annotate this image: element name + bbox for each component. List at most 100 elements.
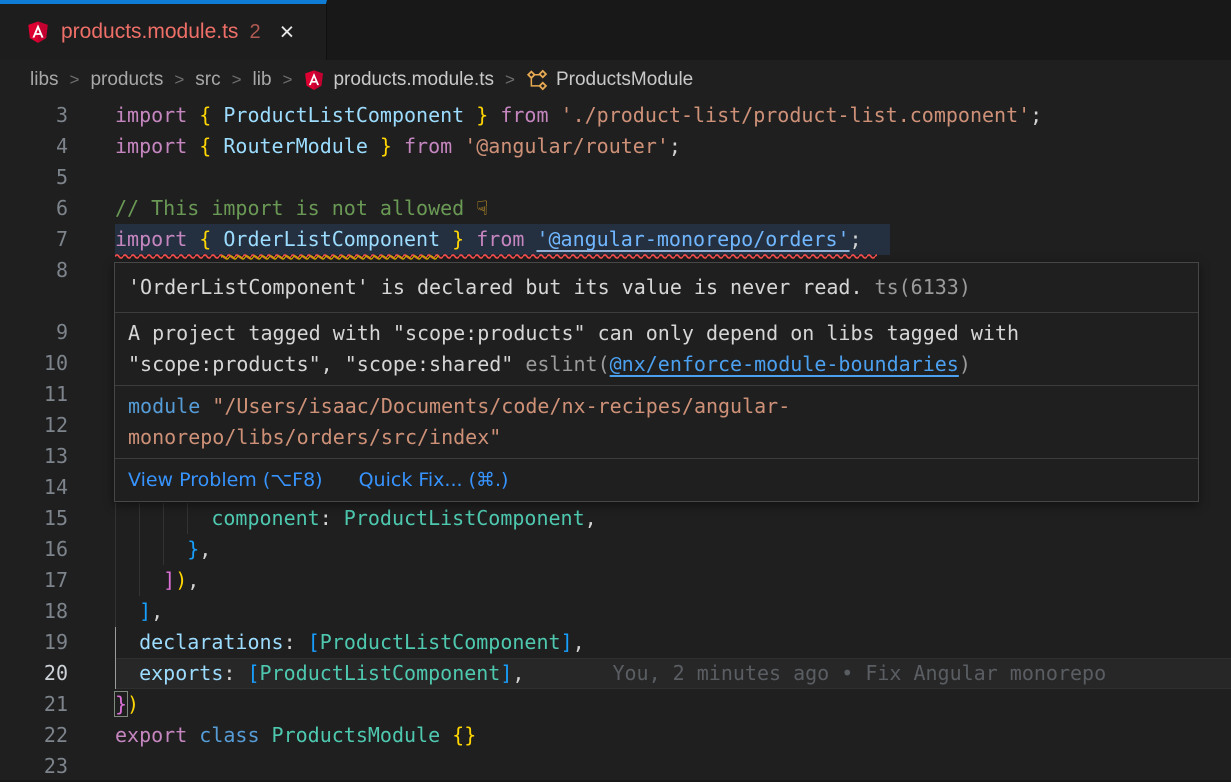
code-line-4: 4 import { RouterModule } from '@angular/… [0,131,1231,162]
code-token: ☟ [476,196,488,220]
close-icon[interactable]: × [280,20,295,45]
code-token: : [320,506,344,530]
breadcrumb-item-lib[interactable]: lib [253,69,272,91]
breadcrumb-item-products-module-ts[interactable]: products.module.ts [303,69,494,91]
code-line-content[interactable]: exports: [ProductListComponent],You, 2 m… [115,658,1231,689]
gutter: 7 [0,224,115,255]
tab-title: products.module.ts [61,20,238,44]
line-number: 3 [0,100,68,131]
code-line-3: 3 import { ProductListComponent } from '.… [0,100,1231,131]
code-token: , [187,568,199,592]
diagnostic-text: A project tagged with "scope:products" c… [128,321,1019,345]
gutter: 9 [0,317,115,348]
code-line-content[interactable]: import { RouterModule } from '@angular/r… [115,131,1231,162]
gutter: 21 [0,689,115,720]
breadcrumb-item-src[interactable]: src [195,69,220,91]
gutter: 15 [0,503,115,534]
chevron-right-icon: > [283,70,293,90]
tab-products-module[interactable]: products.module.ts 2 × [0,0,327,60]
angular-icon [26,20,50,44]
code-token: '@angular/router' [464,134,669,158]
code-line-19: 19 declarations: [ProductListComponent], [0,627,1231,658]
code-line-content[interactable]: import { ProductListComponent } from './… [115,100,1231,131]
code-line-21: 21}) [0,689,1231,720]
code-token [115,506,211,530]
code-token: { [199,227,211,251]
chevron-right-icon: > [505,70,515,90]
line-number: 7 [0,224,68,255]
code-line-content[interactable]: declarations: [ProductListComponent], [115,627,1231,658]
hover-diagnostics-popup: 'OrderListComponent' is declared but its… [114,262,1199,502]
chevron-right-icon: > [174,70,184,90]
view-problem-action[interactable]: View Problem (⌥F8) [128,468,323,492]
diagnostic-source: ts(6133) [863,275,971,299]
code-token: ProductListComponent [344,506,585,530]
warning-squiggle-icon [221,252,439,260]
line-number: 18 [0,596,68,627]
code-line-content[interactable]: ]), [115,565,1231,596]
code-line-content[interactable]: export class ProductsModule {} [115,720,1231,751]
eslint-rule-link[interactable]: @nx/enforce-module-boundaries [610,352,959,376]
gutter: 12 [0,410,115,441]
gutter: 5 [0,162,115,193]
code-line-content[interactable]: ], [115,596,1231,627]
code-token: , [199,537,211,561]
gutter: 3 [0,100,115,131]
tab-bar: products.module.ts 2 × [0,0,1231,60]
gutter: 11 [0,379,115,410]
line-number: 14 [0,472,68,503]
code-token: './product-list/product-list.component' [561,103,1031,127]
code-token: : [284,630,308,654]
code-line-20: 20 exports: [ProductListComponent],You, … [0,658,1231,689]
code-line-5: 5 [0,162,1231,193]
code-line-content[interactable]: // This import is not allowed ☟ [115,193,1231,224]
eslint-diagnostic-message: A project tagged with "scope:products" c… [115,313,1198,385]
code-token: { [199,103,211,127]
breadcrumb-label: products [90,69,163,91]
code-line-23: 23 [0,751,1231,782]
gutter: 20 [0,658,115,689]
line-number: 16 [0,534,68,565]
line-number: 22 [0,720,68,751]
chevron-right-icon: > [232,70,242,90]
gutter: 18 [0,596,115,627]
ts-diagnostic-message: 'OrderListComponent' is declared but its… [115,263,1198,312]
module-path: "/Users/isaac/Documents/code/nx-recipes/… [212,394,790,418]
code-token: ] [500,661,512,685]
diagnostic-source: ) [959,352,971,376]
gutter [0,286,115,317]
code-token: from [488,103,560,127]
code-line-6: 6// This import is not allowed ☟ [0,193,1231,224]
code-token: declarations [139,630,284,654]
code-token: ) [127,692,139,716]
breadcrumb-item-productsmodule[interactable]: ProductsModule [526,69,693,91]
line-number: 5 [0,162,68,193]
code-token: from [392,134,464,158]
line-number: 23 [0,751,68,782]
code-line-content[interactable]: component: ProductListComponent, [115,503,1231,534]
code-token: exports [139,661,223,685]
breadcrumb: libs > products > src > lib > products.module.ts… [0,60,1231,100]
breadcrumb-item-libs[interactable]: libs [30,69,59,91]
code-line-content[interactable]: }) [115,689,1231,720]
diagnostic-text: 'OrderListComponent' is declared but its… [128,275,863,299]
quick-fix-action[interactable]: Quick Fix... (⌘.) [359,468,509,492]
gutter: 4 [0,131,115,162]
gutter: 8 [0,255,115,286]
code-token: ; [850,227,862,251]
module-path: monorepo/libs/orders/src/index" [128,425,501,449]
line-number: 4 [0,131,68,162]
code-line-content[interactable] [115,162,1231,193]
code-token: ProductListComponent [211,103,476,127]
code-token: } [187,537,199,561]
code-line-content[interactable] [115,751,1231,782]
chevron-right-icon: > [70,70,80,90]
code-line-content[interactable]: }, [115,534,1231,565]
code-line-content[interactable]: import { OrderListComponent } from '@ang… [115,224,1231,255]
code-editor[interactable]: 3 import { ProductListComponent } from '.… [0,100,1231,780]
code-token [115,568,163,592]
line-number: 11 [0,379,68,410]
breadcrumb-item-products[interactable]: products [90,69,163,91]
gutter: 14 [0,472,115,503]
code-token [115,599,139,623]
